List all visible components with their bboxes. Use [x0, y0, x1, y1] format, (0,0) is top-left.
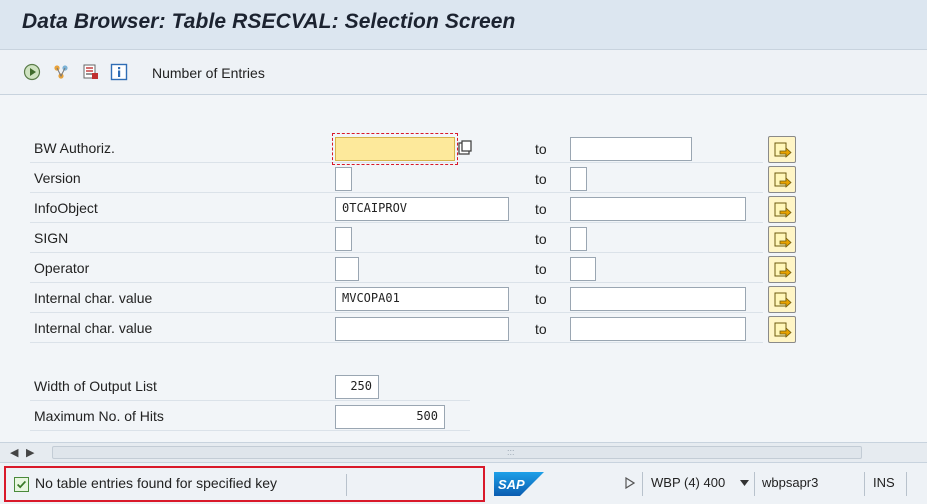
field-label: Internal char. value	[34, 290, 153, 306]
internal-char-value-low-input[interactable]: MVCOPA01	[335, 287, 509, 311]
multiple-selection-button[interactable]	[768, 256, 796, 283]
field-label: InfoObject	[34, 200, 98, 216]
number-of-entries-button[interactable]: Number of Entries	[152, 65, 265, 81]
multiple-selection-icon	[774, 232, 792, 248]
multiple-selection-button[interactable]	[768, 316, 796, 343]
row-divider	[30, 255, 763, 283]
info-icon[interactable]	[110, 63, 128, 81]
maximum-hits-input[interactable]: 500	[335, 405, 445, 429]
title-bar: Data Browser: Table RSECVAL: Selection S…	[0, 0, 927, 50]
status-message[interactable]: No table entries found for specified key	[35, 475, 277, 491]
server-name: wbpsapr3	[762, 475, 819, 490]
field-label: SIGN	[34, 230, 69, 246]
field-label: Width of Output List	[34, 378, 157, 394]
hierarchy-icon[interactable]	[52, 63, 70, 81]
to-label: to	[535, 321, 547, 337]
multiple-selection-button[interactable]	[768, 136, 796, 163]
sign-low-input[interactable]	[335, 227, 352, 251]
execute-icon[interactable]	[23, 63, 41, 81]
selection-form: BW Authoriz. to Version to InfoObject 0T…	[18, 95, 927, 442]
operator-low-input[interactable]	[335, 257, 359, 281]
field-label: Maximum No. of Hits	[34, 408, 164, 424]
field-label: Version	[34, 170, 81, 186]
multiple-selection-icon	[774, 292, 792, 308]
multiple-selection-icon	[774, 142, 792, 158]
value-help-icon[interactable]	[458, 140, 472, 156]
version-low-input[interactable]	[335, 167, 352, 191]
infoobject-high-input[interactable]	[570, 197, 746, 221]
internal-char-value-high-input[interactable]	[570, 317, 746, 341]
row-divider	[30, 165, 763, 193]
bw-authoriz-high-input[interactable]	[570, 137, 692, 161]
application-toolbar: Number of Entries	[0, 50, 927, 95]
multiple-selection-button[interactable]	[768, 286, 796, 313]
multiple-selection-icon	[774, 172, 792, 188]
internal-char-value-low-input[interactable]	[335, 317, 509, 341]
internal-char-value-high-input[interactable]	[570, 287, 746, 311]
to-label: to	[535, 291, 547, 307]
version-high-input[interactable]	[570, 167, 587, 191]
width-of-output-input[interactable]: 250	[335, 375, 379, 399]
multiple-selection-icon	[774, 322, 792, 338]
field-label: Internal char. value	[34, 320, 153, 336]
operator-high-input[interactable]	[570, 257, 596, 281]
field-label: Operator	[34, 260, 90, 276]
play-icon[interactable]	[625, 477, 635, 489]
row-divider	[30, 225, 763, 253]
bw-authoriz-low-input[interactable]	[335, 137, 455, 161]
to-label: to	[535, 141, 547, 157]
field-label: BW Authoriz.	[34, 140, 115, 156]
status-separator	[642, 472, 643, 496]
status-separator	[906, 472, 907, 496]
dropdown-triangle-icon[interactable]	[740, 480, 749, 486]
status-separator	[864, 472, 865, 496]
to-label: to	[535, 201, 547, 217]
selection-options-icon[interactable]	[82, 63, 100, 81]
system-info[interactable]: WBP (4) 400	[651, 475, 725, 490]
scroll-grip[interactable]: :::	[507, 447, 515, 457]
to-label: to	[535, 171, 547, 187]
scroll-right-icon[interactable]: ▶	[26, 446, 34, 459]
scroll-left-icon[interactable]: ◀	[10, 446, 18, 459]
multiple-selection-icon	[774, 202, 792, 218]
status-bar: No table entries found for specified key…	[0, 462, 927, 504]
multiple-selection-button[interactable]	[768, 196, 796, 223]
status-separator	[346, 474, 347, 496]
scroll-track[interactable]: :::	[52, 446, 862, 459]
multiple-selection-icon	[774, 262, 792, 278]
svg-text:SAP: SAP	[498, 477, 525, 492]
to-label: to	[535, 261, 547, 277]
status-message-highlight: No table entries found for specified key	[4, 466, 485, 502]
multiple-selection-button[interactable]	[768, 166, 796, 193]
infoobject-low-input[interactable]: 0TCAIPROV	[335, 197, 509, 221]
multiple-selection-button[interactable]	[768, 226, 796, 253]
sign-high-input[interactable]	[570, 227, 587, 251]
page-title: Data Browser: Table RSECVAL: Selection S…	[22, 10, 516, 33]
sap-logo: SAP	[494, 472, 544, 496]
status-separator	[754, 472, 755, 496]
insert-mode[interactable]: INS	[873, 475, 895, 490]
to-label: to	[535, 231, 547, 247]
horizontal-scrollbar[interactable]: ◀ ▶ :::	[0, 442, 927, 462]
success-check-icon	[14, 477, 29, 492]
